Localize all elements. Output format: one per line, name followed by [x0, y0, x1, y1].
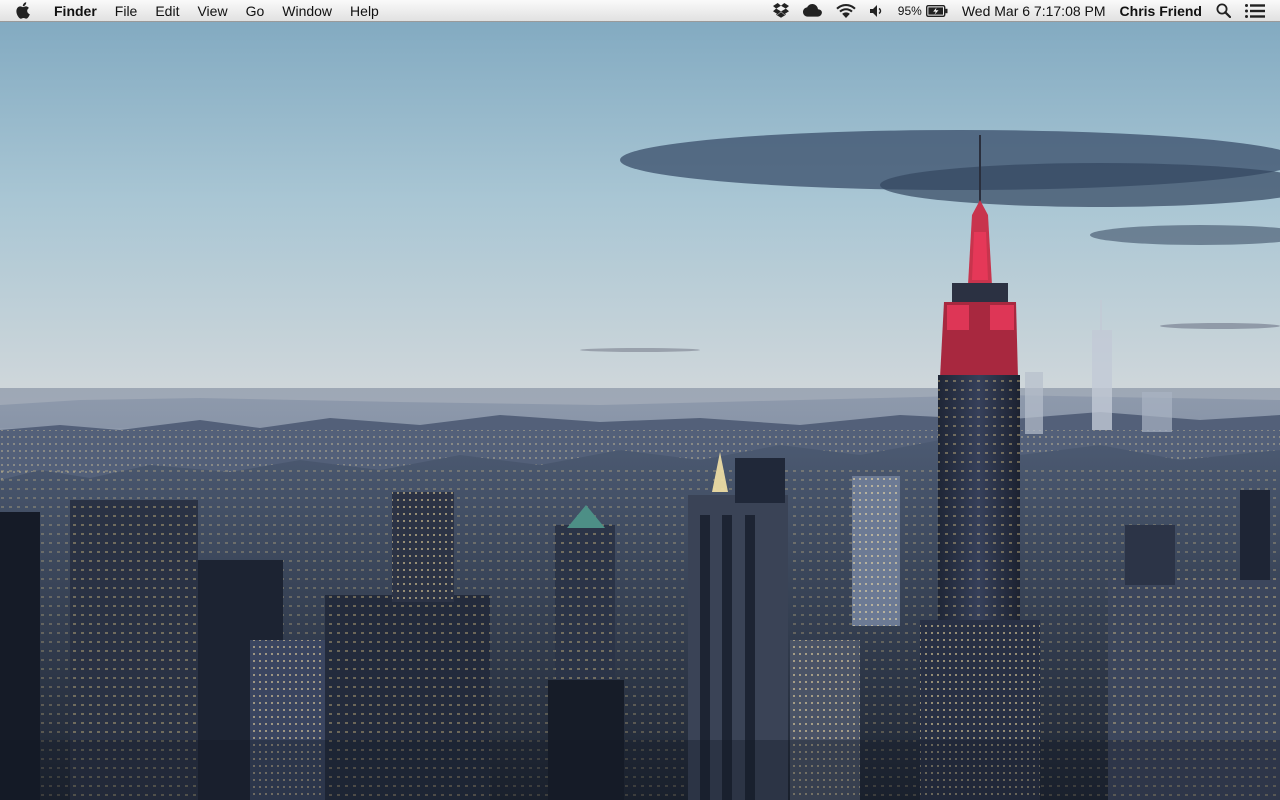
wifi-menu-extra[interactable] — [829, 0, 863, 22]
menu-app-finder[interactable]: Finder — [44, 0, 106, 22]
wifi-icon — [836, 3, 856, 18]
desktop[interactable]: Finder File Edit View Go Window Help 95%… — [0, 0, 1280, 800]
dropbox-icon — [772, 3, 789, 18]
battery-percentage: 95% — [897, 3, 922, 18]
battery-menu-extra[interactable]: 95% — [891, 0, 955, 22]
volume-menu-extra[interactable] — [863, 0, 891, 22]
volume-icon — [869, 4, 881, 17]
menu-bar: Finder File Edit View Go Window Help 95%… — [0, 0, 1280, 22]
battery-icon — [925, 4, 948, 17]
icloud-menu-extra[interactable] — [796, 0, 829, 22]
notification-center-button[interactable] — [1238, 0, 1272, 22]
menu-window[interactable]: Window — [273, 0, 341, 22]
apple-menu[interactable] — [0, 0, 44, 22]
menu-bar-clock[interactable]: Wed Mar 6 7:17:08 PM — [955, 0, 1113, 22]
notification-center-icon — [1245, 3, 1265, 18]
spotlight-search-icon — [1216, 3, 1231, 18]
menu-edit[interactable]: Edit — [146, 0, 188, 22]
menu-go[interactable]: Go — [237, 0, 274, 22]
menu-view[interactable]: View — [188, 0, 236, 22]
cloud-icon — [802, 4, 822, 17]
desktop-wallpaper — [0, 0, 1280, 800]
fast-user-switching-menu[interactable]: Chris Friend — [1113, 0, 1209, 22]
menu-bar-status-area: 95% Wed Mar 6 7:17:08 PM Chris Friend — [766, 0, 1280, 22]
menu-bar-left: Finder File Edit View Go Window Help — [0, 0, 388, 22]
menu-help[interactable]: Help — [341, 0, 388, 22]
menu-file[interactable]: File — [106, 0, 147, 22]
spotlight-button[interactable] — [1209, 0, 1238, 22]
apple-icon — [15, 2, 30, 19]
dropbox-menu-extra[interactable] — [766, 0, 796, 22]
